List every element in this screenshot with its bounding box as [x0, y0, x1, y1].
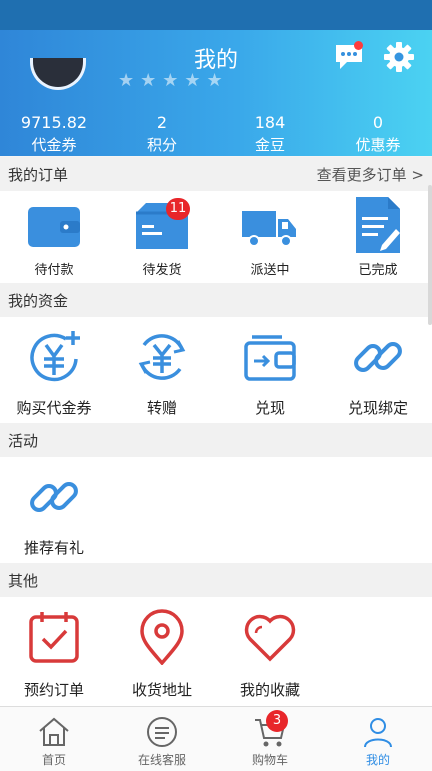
cash-out[interactable]: 兑现 [216, 317, 324, 423]
wallet-icon [28, 207, 80, 247]
order-completed[interactable]: 已完成 [324, 191, 432, 283]
stat-value: 2 [156, 113, 168, 132]
scroll-indicator [428, 185, 432, 325]
activity-panel: 推荐有礼 [0, 457, 432, 563]
cell-label: 兑现绑定 [347, 399, 408, 417]
message-unread-dot [354, 41, 363, 50]
stat-label: 积分 [146, 136, 177, 154]
home-icon [39, 717, 69, 746]
cart-count-badge: 3 [266, 710, 288, 732]
cell-label: 待付款 [34, 263, 74, 278]
cell-label: 收货地址 [131, 681, 192, 699]
bottom-tab-bar: 首页 在线客服 购物车 我的 [0, 706, 432, 771]
cell-label: 购买代金券 [16, 399, 92, 417]
funds-panel: 购买代金券 转赠 兑现 兑现绑定 [0, 317, 432, 423]
funds-section-header: 我的资金 [0, 283, 432, 317]
document-done-icon [356, 197, 400, 253]
stat-label: 代金券 [31, 136, 77, 154]
cell-label: 预约订单 [23, 681, 84, 699]
my-favorites[interactable]: 我的收藏 [216, 597, 324, 706]
link-icon [30, 482, 78, 512]
location-pin-icon [140, 609, 184, 665]
tab-label: 购物车 [251, 753, 288, 767]
cell-label: 推荐有礼 [23, 539, 84, 557]
heart-icon [244, 614, 296, 662]
cell-label: 兑现 [254, 399, 285, 417]
shipping-addresses[interactable]: 收货地址 [108, 597, 216, 706]
calendar-check-icon [29, 612, 79, 663]
appointment-orders[interactable]: 预约订单 [0, 597, 108, 706]
stat-value: 9715.82 [20, 113, 88, 132]
stat-value: 0 [372, 113, 384, 132]
truck-icon [242, 211, 296, 247]
section-title: 我的订单 [8, 166, 69, 184]
orders-section-header: 我的订单 查看更多订单 > [0, 157, 432, 191]
other-section-header: 其他 [0, 563, 432, 597]
stat-value: 184 [254, 113, 286, 132]
top-bar: 我的 [0, 30, 432, 84]
referral-rewards[interactable]: 推荐有礼 [0, 457, 108, 563]
user-icon [364, 718, 392, 748]
cell-label: 转赠 [146, 399, 177, 417]
status-bar [0, 0, 432, 30]
stat-label: 金豆 [254, 136, 285, 154]
other-panel: 预约订单 收货地址 我的收藏 [0, 597, 432, 706]
link-icon [354, 342, 402, 372]
section-title: 我的资金 [8, 292, 69, 310]
tab-customer-service[interactable]: 在线客服 [108, 707, 216, 771]
section-title: 其他 [8, 572, 39, 590]
stat-coupons[interactable]: 0 优惠券 [324, 112, 432, 156]
stat-points[interactable]: 2 积分 [108, 112, 216, 156]
wallet-cash-icon [244, 335, 296, 381]
cash-out-binding[interactable]: 兑现绑定 [324, 317, 432, 423]
order-pending-payment[interactable]: 待付款 [0, 191, 108, 283]
tab-home[interactable]: 首页 [0, 707, 108, 771]
stat-vouchers[interactable]: 9715.82 代金券 [0, 112, 108, 156]
yuan-plus-icon [30, 331, 80, 382]
page-title: 我的 [193, 48, 238, 73]
chat-icon [147, 717, 177, 747]
view-more-orders-link[interactable]: 查看更多订单 > [317, 164, 424, 185]
cell-label: 已完成 [358, 263, 398, 278]
section-title: 活动 [8, 432, 39, 450]
tab-mine[interactable]: 我的 [324, 707, 432, 771]
tab-label: 首页 [41, 753, 66, 767]
cell-label: 我的收藏 [239, 681, 300, 699]
order-in-delivery[interactable]: 派送中 [216, 191, 324, 283]
order-awaiting-shipment[interactable]: 待发货 [108, 191, 216, 283]
cell-label: 派送中 [250, 263, 290, 278]
tab-label: 在线客服 [137, 753, 186, 767]
stat-gold-beans[interactable]: 184 金豆 [216, 112, 324, 156]
stat-label: 优惠券 [355, 136, 401, 154]
pending-shipment-count-badge: 11 [166, 198, 190, 220]
account-stats: 9715.82 代金券 2 积分 184 金豆 0 优惠券 [0, 112, 432, 156]
buy-vouchers[interactable]: 购买代金券 [0, 317, 108, 423]
cell-label: 待发货 [142, 263, 182, 278]
activity-section-header: 活动 [0, 423, 432, 457]
yuan-transfer-icon [138, 334, 186, 380]
tab-label: 我的 [365, 753, 390, 767]
transfer-gift[interactable]: 转赠 [108, 317, 216, 423]
orders-panel: 待付款 待发货 派送中 已完成 [0, 191, 432, 283]
gear-icon[interactable] [383, 41, 415, 73]
